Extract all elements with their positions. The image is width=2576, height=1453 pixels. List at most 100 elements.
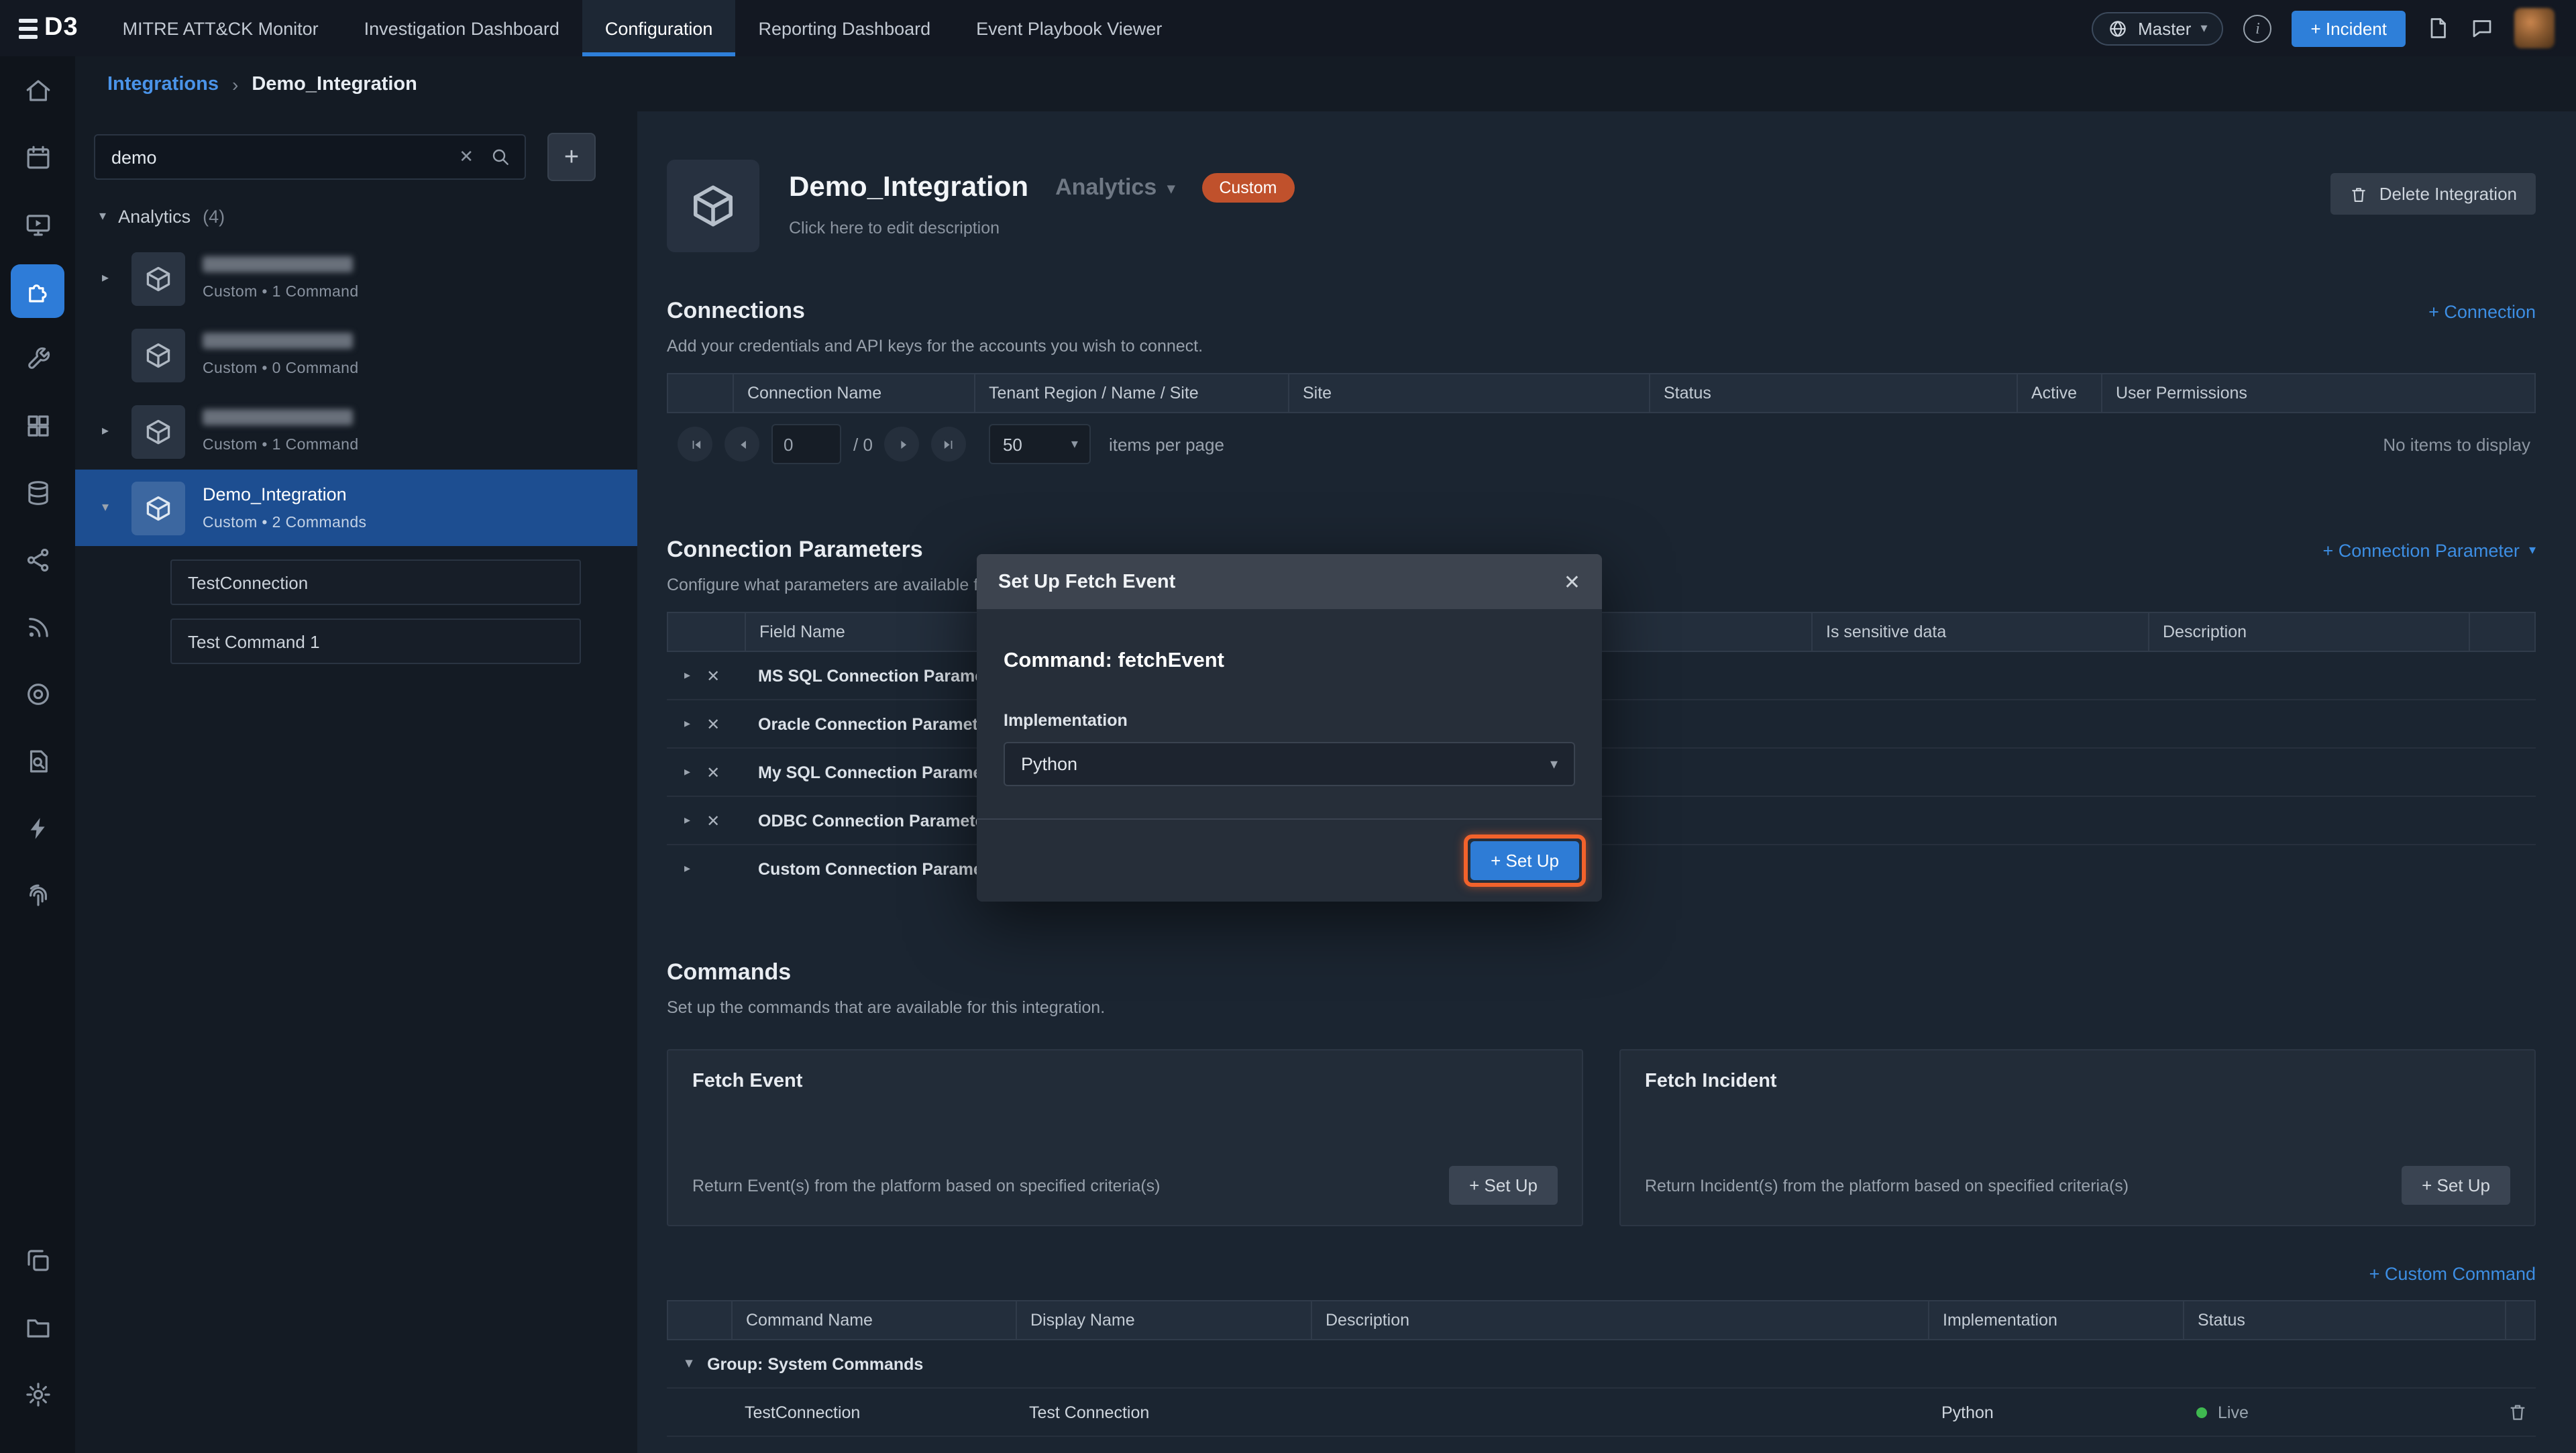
last-page-button[interactable]: [932, 427, 967, 462]
tree-group-analytics[interactable]: ▾ Analytics (4): [75, 195, 637, 240]
document-icon[interactable]: [2426, 16, 2450, 40]
column-tenant: Tenant Region / Name / Site: [975, 374, 1289, 412]
share-nodes-icon[interactable]: [11, 533, 64, 586]
integration-list-item[interactable]: ▸ Custom • 1 Command: [75, 393, 637, 470]
d3-logo[interactable]: D3: [0, 13, 100, 43]
utilities-wrench-icon[interactable]: [11, 331, 64, 385]
integration-list-item-demo-integration[interactable]: ▾ Demo_Integration Custom • 2 Commands: [75, 470, 637, 546]
status-live-dot: [2196, 1407, 2207, 1417]
info-icon[interactable]: i: [2244, 14, 2272, 42]
command-group-label: Group: System Commands: [707, 1354, 923, 1373]
nav-item-investigation-dashboard[interactable]: Investigation Dashboard: [341, 0, 582, 56]
fetch-incident-card-title: Fetch Incident: [1645, 1071, 2510, 1092]
add-custom-command-button[interactable]: + Custom Command: [2369, 1264, 2536, 1284]
modal-setup-button[interactable]: + Set Up: [1470, 841, 1579, 880]
page-size-select[interactable]: 50 ▾: [989, 424, 1091, 464]
breadcrumb-current: Demo_Integration: [252, 73, 417, 95]
apps-grid-icon[interactable]: [11, 398, 64, 452]
fingerprint-icon[interactable]: [11, 868, 64, 922]
chevron-down-icon: ▾: [2200, 21, 2207, 36]
nav-item-mitre-monitor[interactable]: MITRE ATT&CK Monitor: [100, 0, 341, 56]
settings-gear-icon[interactable]: [11, 1367, 64, 1421]
main-content: Demo_Integration Analytics ▾ Custom Clic…: [637, 111, 2576, 1453]
d3-logo-text: D3: [44, 13, 78, 43]
per-page-label: items per page: [1109, 434, 1224, 454]
expand-row-icon[interactable]: ▸: [684, 813, 690, 828]
report-search-icon[interactable]: [11, 734, 64, 788]
chevron-right-icon: ›: [232, 73, 238, 95]
playbook-monitor-icon[interactable]: [11, 197, 64, 251]
chat-icon[interactable]: [2470, 16, 2494, 40]
add-integration-button[interactable]: +: [547, 133, 596, 181]
integration-list-item[interactable]: ▸ Custom • 1 Command: [75, 240, 637, 317]
edit-description-link[interactable]: Click here to edit description: [789, 219, 1294, 237]
search-input[interactable]: [109, 146, 451, 168]
home-icon[interactable]: [11, 63, 64, 117]
commands-table-header: Command Name Display Name Description Im…: [667, 1300, 2536, 1340]
listener-rss-icon[interactable]: [11, 600, 64, 653]
tree-child-testconnection[interactable]: TestConnection: [170, 559, 581, 605]
nav-item-reporting-dashboard[interactable]: Reporting Dashboard: [735, 0, 953, 56]
tree-child-test-command-1[interactable]: Test Command 1: [170, 618, 581, 664]
page-number-input[interactable]: [771, 424, 841, 464]
add-connection-parameter-button[interactable]: + Connection Parameter ▾: [2323, 541, 2536, 561]
add-connection-button[interactable]: + Connection: [2428, 302, 2536, 322]
remove-row-icon[interactable]: ✕: [706, 763, 720, 782]
breadcrumb-integrations[interactable]: Integrations: [107, 73, 219, 95]
integrations-icon[interactable]: [11, 264, 64, 318]
column-description: Description: [2149, 613, 2470, 651]
close-icon[interactable]: ✕: [1564, 570, 1580, 594]
breadcrumb: Integrations › Demo_Integration: [75, 56, 2576, 111]
page-title: Demo_Integration: [789, 172, 1028, 204]
integration-cube-icon: [131, 328, 185, 382]
column-status: Status: [2184, 1301, 2506, 1339]
expand-row-icon[interactable]: ▸: [684, 716, 690, 731]
calendar-icon[interactable]: [11, 130, 64, 184]
chevron-right-icon[interactable]: ▸: [102, 424, 131, 439]
connection-parameters-title: Connection Parameters: [667, 537, 923, 563]
nav-item-configuration[interactable]: Configuration: [582, 0, 736, 56]
previous-page-button[interactable]: [724, 427, 759, 462]
integration-meta: Custom • 1 Command: [203, 437, 359, 453]
chevron-down-icon[interactable]: ▾: [102, 500, 131, 515]
group-label: Analytics: [118, 207, 191, 227]
custom-badge: Custom: [1201, 173, 1294, 203]
new-incident-button[interactable]: + Incident: [2292, 10, 2406, 46]
remove-row-icon[interactable]: ✕: [706, 811, 720, 830]
remove-row-icon[interactable]: ✕: [706, 714, 720, 733]
navbar-right: Master ▾ i + Incident: [2092, 8, 2576, 48]
delete-integration-button[interactable]: Delete Integration: [2331, 173, 2536, 215]
user-avatar[interactable]: [2514, 8, 2555, 48]
remove-row-icon[interactable]: ✕: [706, 666, 720, 685]
fetch-event-card-title: Fetch Event: [692, 1071, 1558, 1092]
copy-icon[interactable]: [11, 1233, 64, 1287]
command-group-row[interactable]: ▾ Group: System Commands: [667, 1340, 2536, 1389]
nav-item-event-playbook-viewer[interactable]: Event Playbook Viewer: [953, 0, 1185, 56]
delete-command-icon[interactable]: [2505, 1402, 2536, 1422]
expand-row-icon[interactable]: ▸: [684, 765, 690, 779]
expand-row-icon[interactable]: ▸: [684, 668, 690, 683]
fetch-event-setup-button[interactable]: + Set Up: [1449, 1166, 1558, 1205]
command-row-testconnection[interactable]: TestConnection Test Connection Python Li…: [667, 1389, 2536, 1437]
database-icon[interactable]: [11, 466, 64, 519]
redacted-integration-name: [203, 409, 353, 425]
next-page-button[interactable]: [885, 427, 920, 462]
integration-list-item[interactable]: Custom • 0 Command: [75, 317, 637, 393]
category-dropdown[interactable]: Analytics ▾: [1055, 174, 1175, 201]
add-connection-parameter-label: + Connection Parameter: [2323, 541, 2520, 561]
first-page-button[interactable]: [678, 427, 712, 462]
app-window: D3 MITRE ATT&CK Monitor Investigation Da…: [0, 0, 2576, 1453]
tenant-selector[interactable]: Master ▾: [2092, 11, 2224, 45]
chevron-right-icon[interactable]: ▸: [102, 271, 131, 286]
implementation-select[interactable]: Python ▾: [1004, 742, 1575, 786]
intel-donut-icon[interactable]: [11, 667, 64, 720]
clear-search-icon[interactable]: ✕: [459, 146, 474, 168]
folder-icon[interactable]: [11, 1300, 64, 1354]
chevron-down-icon[interactable]: ▾: [686, 1356, 692, 1371]
search-icon[interactable]: [490, 146, 511, 168]
automation-bolt-icon[interactable]: [11, 801, 64, 855]
top-navbar: D3 MITRE ATT&CK Monitor Investigation Da…: [0, 0, 2576, 56]
expand-row-icon[interactable]: ▸: [684, 861, 690, 876]
column-actions: [668, 613, 746, 651]
fetch-incident-setup-button[interactable]: + Set Up: [2402, 1166, 2510, 1205]
